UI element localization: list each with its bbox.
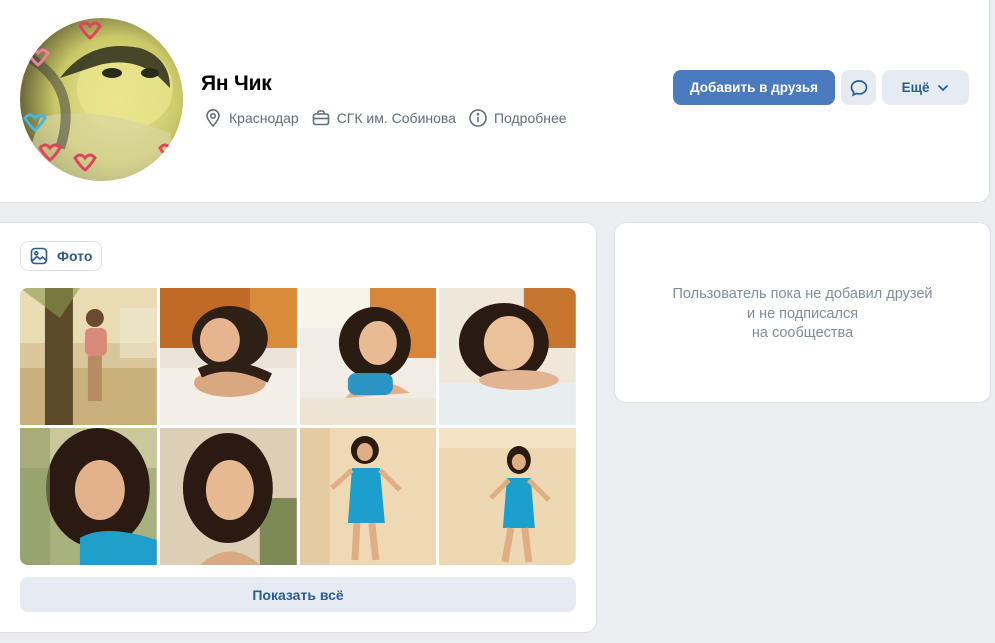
more-button[interactable]: Ещё: [882, 70, 970, 105]
education-item[interactable]: СГК им. Собинова: [311, 108, 456, 128]
tab-photos-label: Фото: [57, 248, 93, 264]
tab-photos[interactable]: Фото: [20, 241, 103, 271]
city-label: Краснодар: [229, 110, 299, 126]
chevron-down-icon: [937, 84, 948, 91]
profile-actions: Добавить в друзья Ещё: [673, 70, 970, 105]
photo-thumbnail[interactable]: [159, 428, 297, 565]
profile-info-row: Краснодар СГК им. Собинова Подробнее: [203, 108, 567, 128]
message-button[interactable]: [841, 70, 877, 105]
info-circle-icon: [469, 109, 487, 127]
profile-header-card: Ян Чик Краснодар СГК им. Собинова Подроб…: [0, 0, 990, 203]
friends-card: Пользователь пока не добавил друзей и не…: [614, 222, 991, 403]
photo-thumbnail[interactable]: [439, 288, 576, 425]
education-label: СГК им. Собинова: [336, 110, 456, 126]
briefcase-icon: [312, 110, 329, 126]
photo-thumbnail[interactable]: [20, 288, 157, 425]
friends-empty-line-2: и не подписался: [746, 305, 859, 322]
photo-thumbnail[interactable]: [20, 428, 157, 565]
message-bubble-icon: [850, 79, 867, 97]
more-info-link[interactable]: Подробнее: [468, 108, 567, 128]
friends-empty-line-1: Пользователь пока не добавил друзей: [672, 286, 933, 302]
photo-thumbnail[interactable]: [299, 428, 437, 565]
photo-grid: [20, 288, 576, 565]
photo-thumbnail[interactable]: [159, 288, 297, 425]
friends-empty-message: Пользователь пока не добавил друзей и не…: [615, 285, 990, 344]
photos-card: Фото Показать всё: [0, 222, 597, 633]
location-pin-icon: [206, 109, 220, 128]
more-button-label: Ещё: [901, 80, 930, 95]
profile-name: Ян Чик: [201, 72, 272, 95]
image-icon: [30, 247, 48, 265]
avatar[interactable]: [20, 18, 183, 181]
show-all-photos-button[interactable]: Показать всё: [20, 577, 576, 612]
friends-empty-line-3: на сообщества: [751, 325, 854, 341]
photo-thumbnail[interactable]: [439, 428, 576, 565]
add-friend-button[interactable]: Добавить в друзья: [673, 70, 836, 105]
city-item[interactable]: Краснодар: [203, 108, 299, 128]
photo-thumbnail[interactable]: [299, 288, 437, 425]
more-info-label: Подробнее: [493, 110, 567, 126]
